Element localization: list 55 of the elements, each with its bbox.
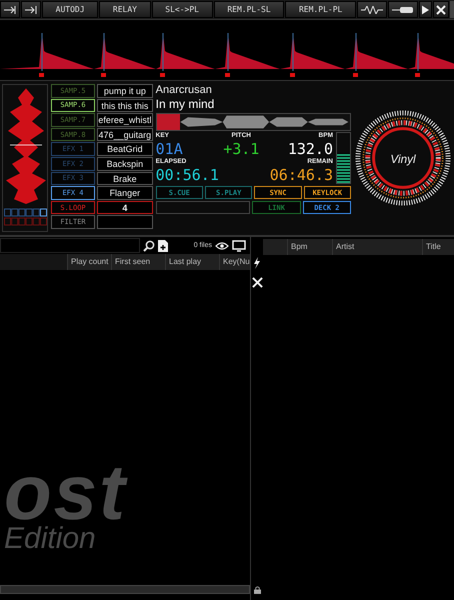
effect-name: Brake <box>97 172 153 186</box>
logo-wordmark: ost <box>4 460 128 524</box>
column-header[interactable]: Key(Nu <box>219 254 250 270</box>
column-header[interactable]: Last play <box>165 254 219 270</box>
toolbar-button[interactable]: SL<->PL <box>152 1 213 18</box>
effect-name: Backspin <box>97 156 153 171</box>
remaining-time: 06:46.3 <box>270 166 333 184</box>
lock-icon[interactable] <box>254 586 260 594</box>
eye-icon[interactable] <box>215 242 229 250</box>
filter-slot <box>97 215 153 229</box>
bpm-value: 132.0 <box>286 140 333 158</box>
key-value: 01A <box>156 140 184 158</box>
toolbar-button[interactable]: RELAY <box>99 1 151 18</box>
pitch-value: +3.1 <box>222 140 260 158</box>
vinyl-label: Vinyl <box>390 152 416 166</box>
monitor-icon[interactable] <box>232 240 246 252</box>
settings-button[interactable] <box>433 1 449 18</box>
logo-subtitle: Edition <box>4 524 97 554</box>
bar-arrow-icon <box>4 6 16 14</box>
play-button[interactable] <box>419 1 432 18</box>
effect-name: Flanger <box>97 186 153 200</box>
search-icon[interactable] <box>143 240 155 252</box>
column-header[interactable]: Artist <box>332 239 422 255</box>
usb-button[interactable] <box>388 1 418 18</box>
column-header[interactable]: Title <box>422 239 454 255</box>
track-title: In my mind <box>156 97 216 111</box>
loop-size: 4 <box>97 200 153 214</box>
waveform-button[interactable] <box>357 1 387 18</box>
toolbar-button[interactable]: REM.PL-PL <box>285 1 356 18</box>
sample-name: this this this <box>97 98 153 112</box>
elapsed-time: 00:56.1 <box>156 166 220 184</box>
arrow-bar-icon <box>25 6 37 14</box>
sample-name: eferee_whistl <box>97 113 153 127</box>
skip-back-button[interactable] <box>0 1 20 18</box>
search-field[interactable] <box>0 238 140 253</box>
effect-name: BeatGrid <box>97 142 153 156</box>
skip-forward-button[interactable] <box>21 1 41 18</box>
column-header[interactable]: First seen <box>111 254 165 270</box>
add-file-icon[interactable] <box>158 240 168 252</box>
sample-name: 476__guitarg <box>97 128 153 142</box>
tools-icon <box>436 4 446 14</box>
toolbar-button[interactable]: AUTODJ <box>42 1 98 18</box>
play-icon <box>422 4 429 14</box>
sample-name: pump it up <box>97 84 153 98</box>
horizontal-scrollbar[interactable] <box>0 585 250 594</box>
column-header[interactable]: Play count <box>67 254 111 270</box>
usb-plug-icon <box>392 6 414 14</box>
lightning-icon[interactable] <box>253 257 261 269</box>
toolbar-button[interactable]: REM.PL-SL <box>214 1 284 18</box>
track-artist: Anarcrusan <box>156 84 213 97</box>
pad-grid-drawing <box>4 208 48 226</box>
column-header[interactable]: Bpm <box>287 239 332 255</box>
toolbar-edge <box>450 1 454 18</box>
tools-icon[interactable] <box>252 277 262 288</box>
zigzag-icon <box>361 6 383 14</box>
